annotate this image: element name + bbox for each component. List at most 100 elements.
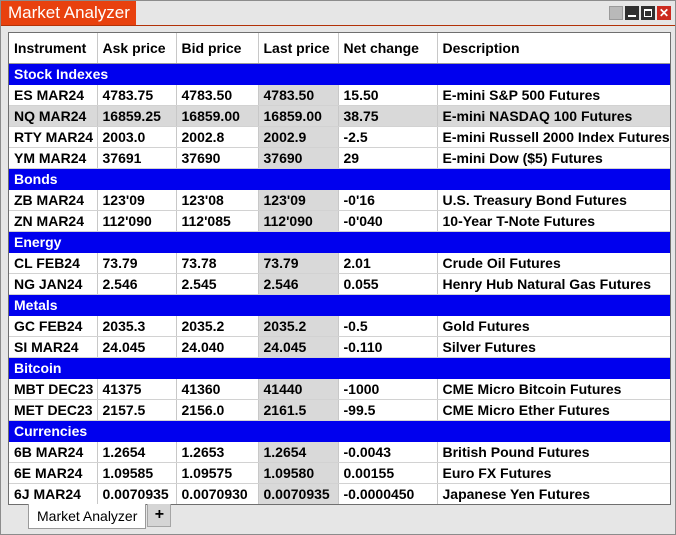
instrument-cell: 6E MAR24 xyxy=(9,462,98,484)
net-change-cell: -0.5 xyxy=(338,315,438,337)
last-price-cell: 112'090 xyxy=(258,210,339,232)
column-header-last-price[interactable]: Last price xyxy=(258,33,339,64)
description-cell: Euro FX Futures xyxy=(437,462,670,484)
table-row[interactable]: 6J MAR24 0.0070935 0.0070930 0.0070935 -0.00… xyxy=(9,483,670,504)
group-header-row[interactable]: Metals xyxy=(9,294,670,316)
bid-price-cell: 1.2653 xyxy=(176,441,259,463)
instrument-cell: ZN MAR24 xyxy=(9,210,98,232)
table-row[interactable]: NG JAN24 2.546 2.545 2.546 0.055 Henry Hub Na… xyxy=(9,273,670,295)
bid-price-cell: 2035.2 xyxy=(176,315,259,337)
table-row[interactable]: ZN MAR24 112'090 112'085 112'090 -0'040 10-Ye… xyxy=(9,210,670,232)
description-cell: U.S. Treasury Bond Futures xyxy=(437,189,670,211)
table-row[interactable]: NQ MAR24 16859.25 16859.00 16859.00 38.75 E-m… xyxy=(9,105,670,127)
group-header-row[interactable]: Energy xyxy=(9,231,670,253)
group-header-row[interactable]: Currencies xyxy=(9,420,670,442)
net-change-cell: -0.110 xyxy=(338,336,438,358)
last-price-cell: 123'09 xyxy=(258,189,339,211)
column-header-net-change[interactable]: Net change xyxy=(338,33,438,64)
instrument-cell: SI MAR24 xyxy=(9,336,98,358)
group-header-row[interactable]: Stock Indexes xyxy=(9,63,670,85)
table-row[interactable]: SI MAR24 24.045 24.040 24.045 -0.110 Silver F… xyxy=(9,336,670,358)
instrument-cell: MBT DEC23 xyxy=(9,378,98,400)
column-header-ask-price[interactable]: Ask price xyxy=(97,33,177,64)
table-row[interactable]: MBT DEC23 41375 41360 41440 -1000 CME Micro B… xyxy=(9,378,670,400)
description-cell: Gold Futures xyxy=(437,315,670,337)
bid-price-cell: 123'08 xyxy=(176,189,259,211)
bid-price-cell: 24.040 xyxy=(176,336,259,358)
instrument-cell: RTY MAR24 xyxy=(9,126,98,148)
instrument-cell: NG JAN24 xyxy=(9,273,98,295)
last-price-cell: 16859.00 xyxy=(258,105,339,127)
group-header-row[interactable]: Bonds xyxy=(9,168,670,190)
net-change-cell: -0'16 xyxy=(338,189,438,211)
grid-body: Stock Indexes ES MAR24 4783.75 4783.50 4783.… xyxy=(9,63,670,504)
last-price-cell: 2035.2 xyxy=(258,315,339,337)
group-header-label: Bitcoin xyxy=(9,357,670,379)
table-row[interactable]: CL FEB24 73.79 73.78 73.79 2.01 Crude Oil Fut… xyxy=(9,252,670,274)
bid-price-cell: 16859.00 xyxy=(176,105,259,127)
bid-price-cell: 37690 xyxy=(176,147,259,169)
description-cell: CME Micro Bitcoin Futures xyxy=(437,378,670,400)
ask-price-cell: 4783.75 xyxy=(97,84,177,106)
last-price-cell: 37690 xyxy=(258,147,339,169)
net-change-cell: 2.01 xyxy=(338,252,438,274)
column-header-description[interactable]: Description xyxy=(437,33,670,64)
bid-price-cell: 112'085 xyxy=(176,210,259,232)
ask-price-cell: 2003.0 xyxy=(97,126,177,148)
table-row[interactable]: RTY MAR24 2003.0 2002.8 2002.9 -2.5 E-mini Ru… xyxy=(9,126,670,148)
close-icon[interactable]: ✕ xyxy=(657,6,671,20)
minimize-icon[interactable] xyxy=(625,6,639,20)
last-price-cell: 24.045 xyxy=(258,336,339,358)
instrument-cell: YM MAR24 xyxy=(9,147,98,169)
table-row[interactable]: ES MAR24 4783.75 4783.50 4783.50 15.50 E-mini… xyxy=(9,84,670,106)
group-header-row[interactable]: Bitcoin xyxy=(9,357,670,379)
instrument-cell: CL FEB24 xyxy=(9,252,98,274)
table-row[interactable]: YM MAR24 37691 37690 37690 29 E-mini Dow ($5)… xyxy=(9,147,670,169)
restore-icon[interactable] xyxy=(609,6,623,20)
last-price-cell: 73.79 xyxy=(258,252,339,274)
description-cell: 10-Year T-Note Futures xyxy=(437,210,670,232)
instrument-cell: NQ MAR24 xyxy=(9,105,98,127)
ask-price-cell: 112'090 xyxy=(97,210,177,232)
description-cell: British Pound Futures xyxy=(437,441,670,463)
table-row[interactable]: 6B MAR24 1.2654 1.2653 1.2654 -0.0043 British… xyxy=(9,441,670,463)
net-change-cell: -0.0000450 xyxy=(338,483,438,504)
instrument-cell: 6B MAR24 xyxy=(9,441,98,463)
maximize-icon[interactable] xyxy=(641,6,655,20)
last-price-cell: 4783.50 xyxy=(258,84,339,106)
table-row[interactable]: MET DEC23 2157.5 2156.0 2161.5 -99.5 CME Micr… xyxy=(9,399,670,421)
group-header-label: Stock Indexes xyxy=(9,63,670,85)
description-cell: Henry Hub Natural Gas Futures xyxy=(437,273,670,295)
description-cell: E-mini S&P 500 Futures xyxy=(437,84,670,106)
window-title: Market Analyzer xyxy=(1,1,136,26)
last-price-cell: 2002.9 xyxy=(258,126,339,148)
ask-price-cell: 73.79 xyxy=(97,252,177,274)
title-bar[interactable]: Market Analyzer ✕ xyxy=(1,1,675,26)
tab-market-analyzer[interactable]: Market Analyzer xyxy=(28,504,147,529)
column-header-bid-price[interactable]: Bid price xyxy=(176,33,259,64)
group-header-label: Energy xyxy=(9,231,670,253)
description-cell: E-mini Dow ($5) Futures xyxy=(437,147,670,169)
last-price-cell: 0.0070935 xyxy=(258,483,339,504)
column-header-instrument[interactable]: Instrument xyxy=(9,33,98,64)
net-change-cell: -0'040 xyxy=(338,210,438,232)
market-table: Instrument Ask price Bid price Last pric… xyxy=(9,33,670,504)
description-cell: Silver Futures xyxy=(437,336,670,358)
bid-price-cell: 1.09575 xyxy=(176,462,259,484)
ask-price-cell: 24.045 xyxy=(97,336,177,358)
last-price-cell: 2161.5 xyxy=(258,399,339,421)
column-header-row: Instrument Ask price Bid price Last pric… xyxy=(9,33,670,64)
table-row[interactable]: ZB MAR24 123'09 123'08 123'09 -0'16 U.S. Trea… xyxy=(9,189,670,211)
table-row[interactable]: GC FEB24 2035.3 2035.2 2035.2 -0.5 Gold Futur… xyxy=(9,315,670,337)
table-row[interactable]: 6E MAR24 1.09585 1.09575 1.09580 0.00155 Euro… xyxy=(9,462,670,484)
ask-price-cell: 0.0070935 xyxy=(97,483,177,504)
instrument-cell: GC FEB24 xyxy=(9,315,98,337)
ask-price-cell: 2.546 xyxy=(97,273,177,295)
bid-price-cell: 2002.8 xyxy=(176,126,259,148)
last-price-cell: 1.09580 xyxy=(258,462,339,484)
bid-price-cell: 4783.50 xyxy=(176,84,259,106)
ask-price-cell: 1.09585 xyxy=(97,462,177,484)
net-change-cell: -0.0043 xyxy=(338,441,438,463)
title-underline xyxy=(1,25,675,26)
add-tab-icon[interactable]: + xyxy=(147,504,172,527)
